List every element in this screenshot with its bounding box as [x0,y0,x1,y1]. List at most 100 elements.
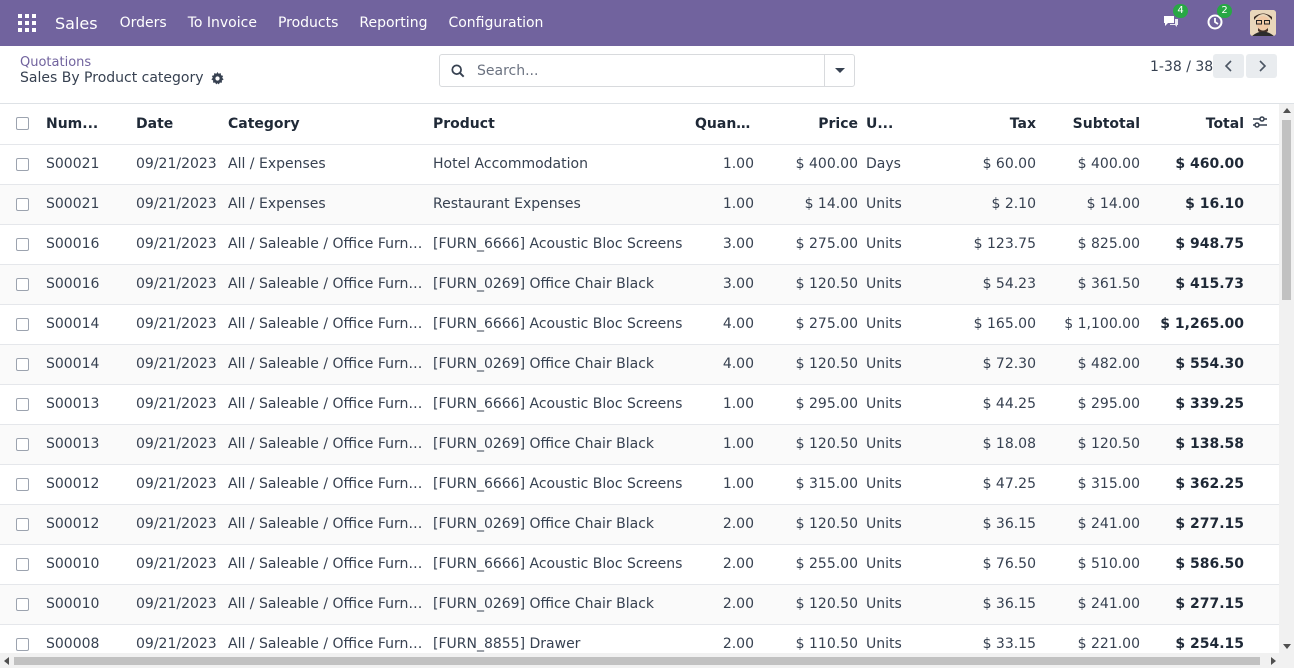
activities-button[interactable]: 2 [1206,4,1232,33]
systray: 4 2 [1162,0,1276,46]
horizontal-scrollbar[interactable] [0,653,1294,668]
cell-quantity: 1.00 [691,424,758,465]
table-row[interactable]: S00014 09/21/2023 All / Saleable / Office … [0,344,1279,385]
column-header-category[interactable]: Category [224,104,429,145]
chevron-right-icon [1258,60,1266,72]
search-options-toggle[interactable] [824,55,854,86]
cell-product: Restaurant Expenses [429,184,691,225]
row-checkbox[interactable] [0,464,42,505]
cell-category: All / Saleable / Office Furniture [224,624,429,653]
cell-product: [FURN_0269] Office Chair Black [429,344,691,385]
menu-products[interactable]: Products [278,15,338,31]
search-input[interactable] [477,62,817,79]
column-header-tax[interactable]: Tax [926,104,1040,145]
cell-date: 09/21/2023 [132,384,224,425]
cell-quantity: 3.00 [691,264,758,305]
row-checkbox[interactable] [0,224,42,265]
table-row[interactable]: S00021 09/21/2023 All / Expenses Hotel Acco… [0,144,1279,185]
scroll-left-arrow[interactable] [4,657,9,665]
cell-product: [FURN_6666] Acoustic Bloc Screens [429,544,691,585]
cell-tax: $ 18.08 [926,424,1040,465]
column-header-uom[interactable]: U... [862,104,926,145]
cell-tax: $ 2.10 [926,184,1040,225]
pager-next[interactable] [1246,54,1277,78]
scroll-up-arrow[interactable] [1283,108,1291,113]
cell-price: $ 120.50 [758,584,862,625]
list-view: Num... Date Category Product Quant... Pr… [0,104,1279,653]
cell-total: $ 1,265.00 [1144,304,1248,345]
cell-tax: $ 60.00 [926,144,1040,185]
table-row[interactable]: S00008 09/21/2023 All / Saleable / Office … [0,624,1279,653]
table-row[interactable]: S00016 09/21/2023 All / Saleable / Office … [0,264,1279,305]
row-spacer [1248,464,1279,505]
cell-quantity: 2.00 [691,584,758,625]
table-row[interactable]: S00014 09/21/2023 All / Saleable / Office … [0,304,1279,345]
app-name[interactable]: Sales [55,14,98,33]
cell-number: S00021 [42,184,132,225]
column-header-subtotal[interactable]: Subtotal [1040,104,1144,145]
table-row[interactable]: S00016 09/21/2023 All / Saleable / Office … [0,224,1279,265]
row-checkbox[interactable] [0,504,42,545]
menu-to-invoice[interactable]: To Invoice [188,15,257,31]
cell-price: $ 120.50 [758,504,862,545]
table-row[interactable]: S00013 09/21/2023 All / Saleable / Office … [0,384,1279,425]
cell-number: S00021 [42,144,132,185]
cell-total: $ 138.58 [1144,424,1248,465]
table-row[interactable]: S00013 09/21/2023 All / Saleable / Office … [0,424,1279,465]
cell-total: $ 339.25 [1144,384,1248,425]
cell-date: 09/21/2023 [132,184,224,225]
table-row[interactable]: S00012 09/21/2023 All / Saleable / Office … [0,464,1279,505]
column-header-quantity[interactable]: Quant... [691,104,758,145]
select-all-checkbox[interactable] [0,104,42,145]
cell-total: $ 362.25 [1144,464,1248,505]
table-row[interactable]: S00010 09/21/2023 All / Saleable / Office … [0,544,1279,585]
cell-uom: Units [862,264,926,305]
menu-orders[interactable]: Orders [120,15,167,31]
column-header-price[interactable]: Price [758,104,862,145]
messages-badge: 4 [1173,4,1188,18]
cell-price: $ 400.00 [758,144,862,185]
row-checkbox[interactable] [0,144,42,185]
column-header-number[interactable]: Num... [42,104,132,145]
column-header-product[interactable]: Product [429,104,691,145]
table-row[interactable]: S00012 09/21/2023 All / Saleable / Office … [0,504,1279,545]
chevron-left-icon [1224,60,1232,72]
apps-icon[interactable] [18,14,36,32]
cell-product: [FURN_0269] Office Chair Black [429,504,691,545]
row-checkbox[interactable] [0,624,42,653]
row-checkbox[interactable] [0,264,42,305]
vertical-scrollbar[interactable] [1279,104,1294,653]
gear-icon[interactable] [210,71,224,85]
table-row[interactable]: S00021 09/21/2023 All / Expenses Restaurant… [0,184,1279,225]
cell-tax: $ 165.00 [926,304,1040,345]
horizontal-scroll-thumb[interactable] [14,657,1260,665]
scroll-down-arrow[interactable] [1283,644,1291,649]
column-header-total[interactable]: Total [1144,104,1248,145]
menu-reporting[interactable]: Reporting [359,15,427,31]
row-checkbox[interactable] [0,384,42,425]
row-checkbox[interactable] [0,344,42,385]
pager-previous[interactable] [1213,54,1244,78]
menu-configuration[interactable]: Configuration [448,15,543,31]
cell-uom: Units [862,424,926,465]
avatar[interactable] [1250,10,1276,36]
cell-price: $ 110.50 [758,624,862,653]
breadcrumb[interactable]: Quotations [20,55,91,70]
row-checkbox[interactable] [0,584,42,625]
vertical-scroll-thumb[interactable] [1282,120,1291,300]
cell-subtotal: $ 241.00 [1040,584,1144,625]
messages-button[interactable]: 4 [1162,4,1188,33]
pager-value[interactable]: 1-38 / 38 [1150,59,1213,75]
column-header-date[interactable]: Date [132,104,224,145]
cell-uom: Units [862,384,926,425]
optional-columns-toggle[interactable] [1248,104,1279,145]
row-checkbox[interactable] [0,544,42,585]
table-row[interactable]: S00010 09/21/2023 All / Saleable / Office … [0,584,1279,625]
cell-uom: Days [862,144,926,185]
row-checkbox[interactable] [0,184,42,225]
row-checkbox[interactable] [0,424,42,465]
cell-subtotal: $ 221.00 [1040,624,1144,653]
row-checkbox[interactable] [0,304,42,345]
cell-total: $ 254.15 [1144,624,1248,653]
scroll-right-arrow[interactable] [1271,657,1276,665]
